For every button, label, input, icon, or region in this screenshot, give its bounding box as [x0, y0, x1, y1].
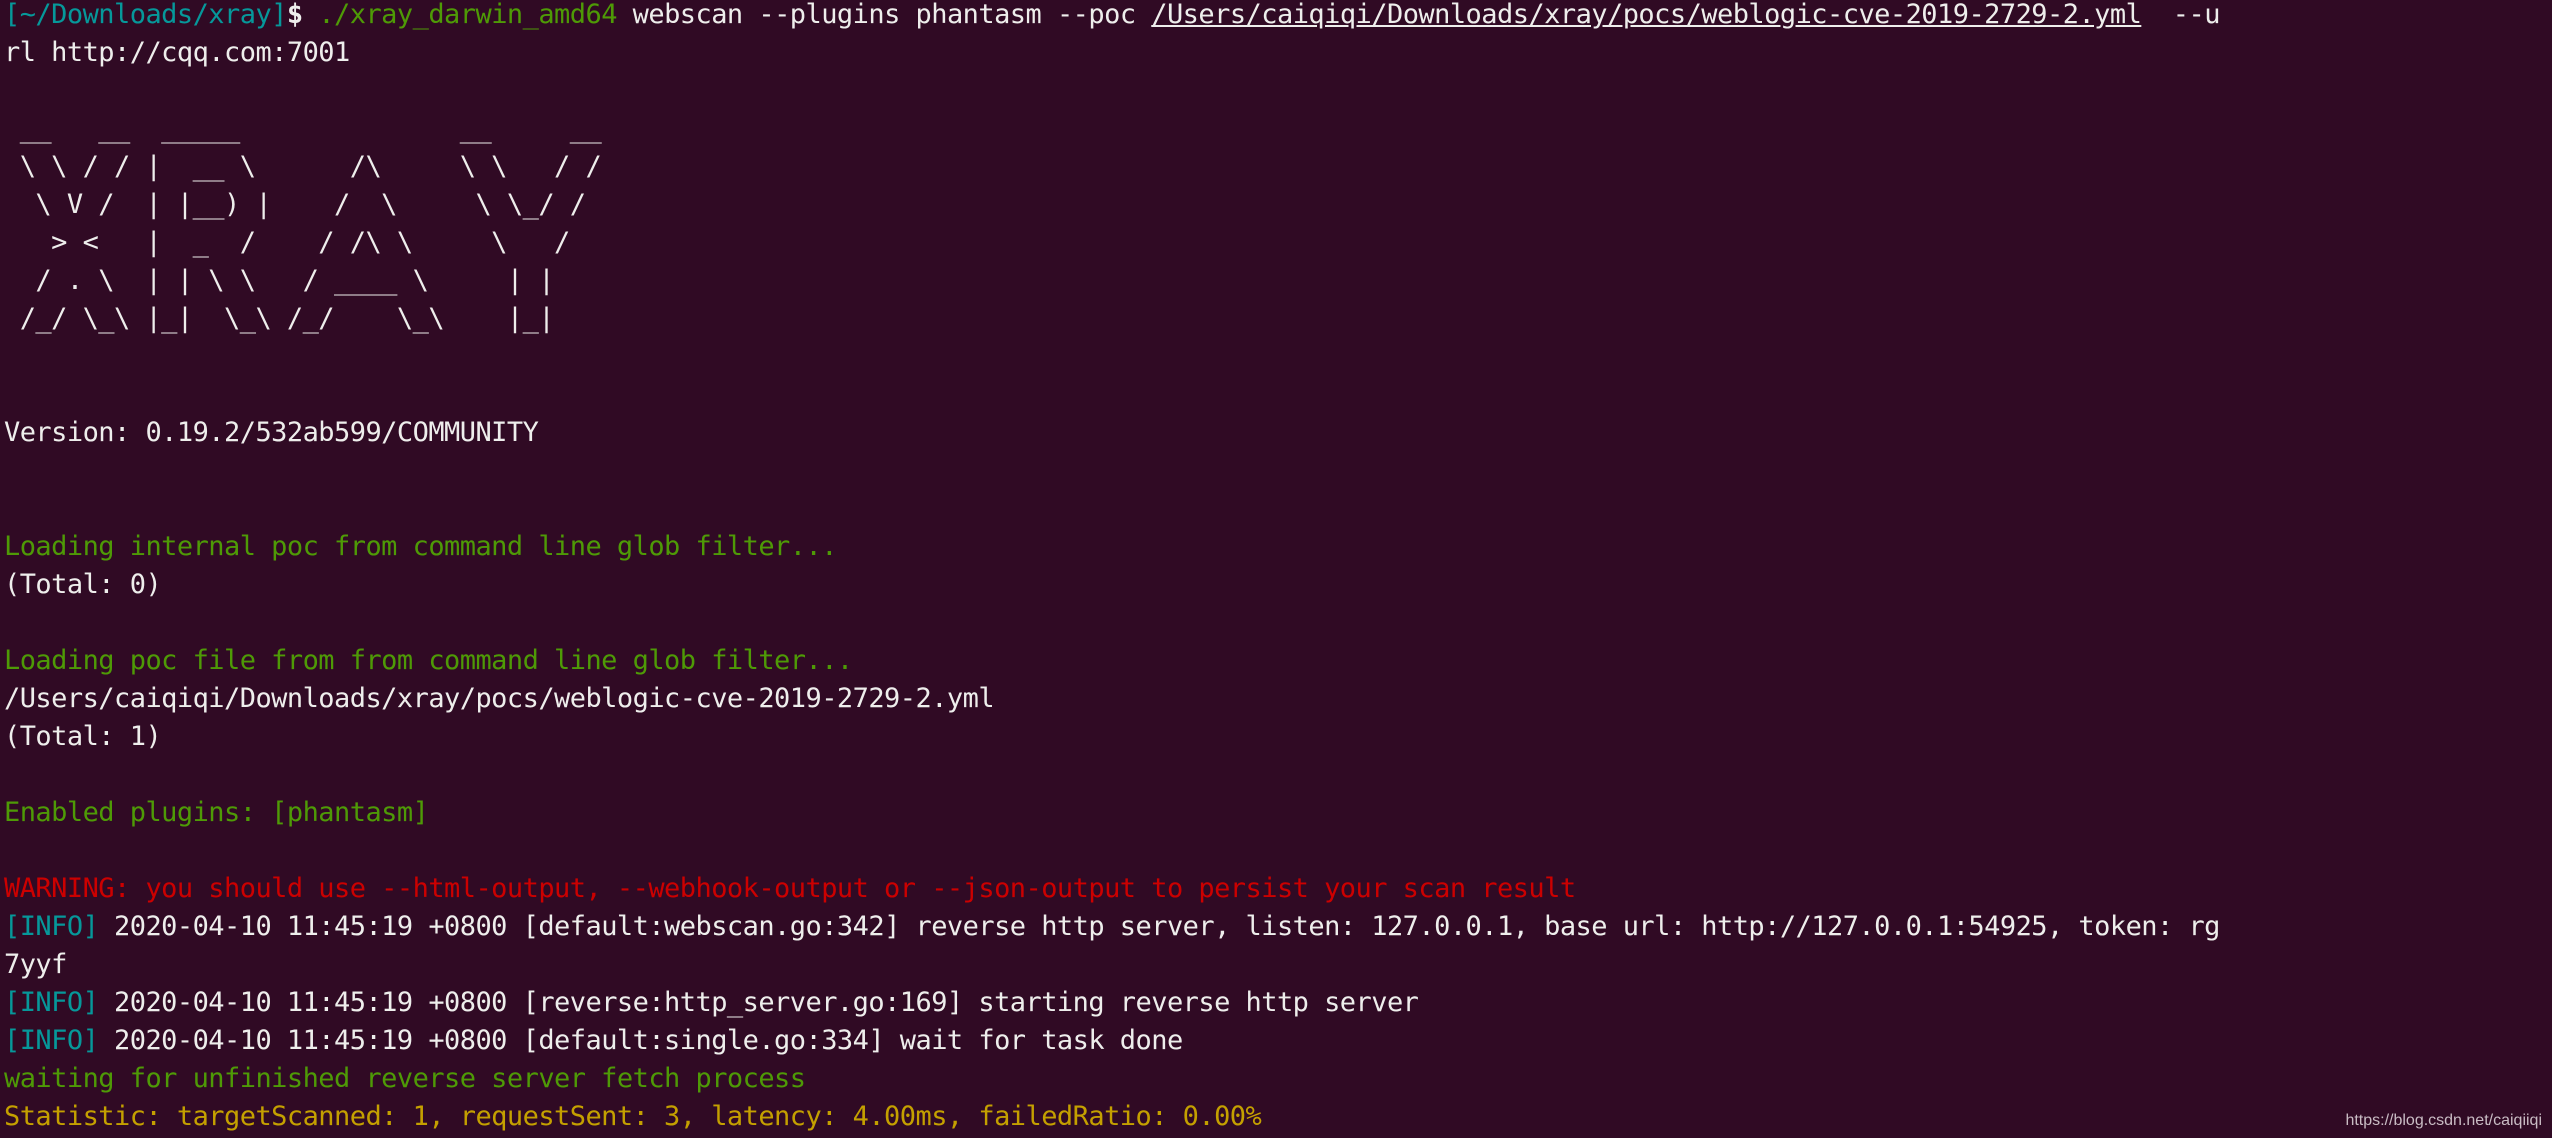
banner-line: /_/ \_\ |_| \_\ /_/ \_\ |_|: [4, 303, 555, 334]
banner-line: > < | _ / / /\ \ \ /: [4, 227, 570, 258]
total-internal-line: (Total: 0): [4, 569, 162, 600]
enabled-plugins-line: Enabled plugins: [phantasm]: [4, 797, 429, 828]
info-tag: [INFO]: [4, 911, 99, 942]
statistic-line: Statistic: targetScanned: 1, requestSent…: [4, 1101, 1262, 1132]
loading-file-line: Loading poc file from from command line …: [4, 645, 853, 676]
prompt-cwd: [~/Downloads/xray]: [4, 0, 287, 30]
info-line: [INFO] 2020-04-10 11:45:19 +0800 [defaul…: [4, 908, 2552, 946]
total-file-line: (Total: 1): [4, 721, 162, 752]
terminal-output[interactable]: [~/Downloads/xray]$ ./xray_darwin_amd64 …: [4, 0, 2552, 1136]
command-line: [~/Downloads/xray]$ ./xray_darwin_amd64 …: [4, 0, 2552, 34]
watermark: https://blog.csdn.net/caiqiiqi: [2345, 1112, 2542, 1129]
banner-line: __ __ _____ __ __: [4, 113, 602, 144]
version-line: Version: 0.19.2/532ab599/COMMUNITY: [4, 417, 539, 448]
command-line-wrap: rl http://cqq.com:7001: [4, 37, 350, 68]
info-line: [INFO] 2020-04-10 11:45:19 +0800 [defaul…: [4, 1022, 2552, 1060]
info-line: [INFO] 2020-04-10 11:45:19 +0800 [revers…: [4, 984, 2552, 1022]
banner-line: / . \ | | \ \ / ____ \ | |: [4, 265, 555, 296]
poc-file-line: /Users/caiqiqi/Downloads/xray/pocs/weblo…: [4, 683, 995, 714]
info-text: 2020-04-10 11:45:19 +0800 [default:singl…: [98, 1025, 1183, 1056]
info-text: 2020-04-10 11:45:19 +0800 [reverse:http_…: [98, 987, 1419, 1018]
warning-line: WARNING: you should use --html-output, -…: [4, 873, 1576, 904]
prompt-symbol: $: [286, 0, 303, 30]
poc-path-link[interactable]: /Users/caiqiqi/Downloads/xray/pocs/weblo…: [1151, 0, 2142, 30]
command-args-tail: --u: [2141, 0, 2221, 30]
command-args: webscan --plugins phantasm --poc: [616, 0, 1152, 30]
command-binary: ./xray_darwin_amd64: [302, 0, 617, 30]
waiting-line: waiting for unfinished reverse server fe…: [4, 1063, 806, 1094]
loading-internal-line: Loading internal poc from command line g…: [4, 531, 837, 562]
info-text: 2020-04-10 11:45:19 +0800 [default:websc…: [98, 911, 2220, 942]
info-tag: [INFO]: [4, 1025, 99, 1056]
banner-line: \ \ / / | __ \ /\ \ \ / /: [4, 151, 602, 182]
info-tag: [INFO]: [4, 987, 99, 1018]
banner-line: \ V / | |__) | / \ \ \_/ /: [4, 189, 586, 220]
info-line-wrap: 7yyf: [4, 949, 67, 980]
